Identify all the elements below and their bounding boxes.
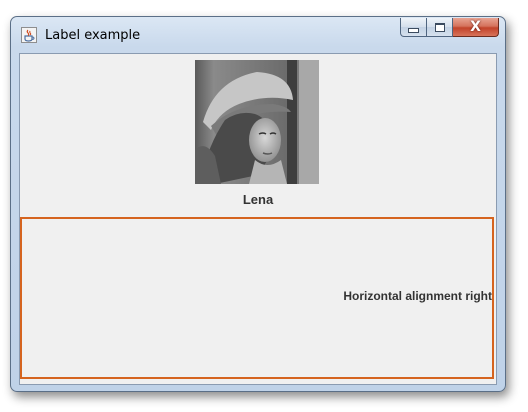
aligned-label-text: Horizontal alignment right [343, 289, 492, 303]
picture-label: Lena [20, 54, 496, 216]
minimize-button[interactable] [400, 18, 427, 37]
lena-caption: Lena [242, 192, 274, 207]
maximize-button[interactable] [427, 18, 453, 37]
application-window: Label example X Lena Horizontal alignmen… [10, 16, 506, 392]
maximize-icon [434, 22, 445, 32]
title-bar[interactable]: Label example X [11, 17, 505, 53]
caption-buttons: X [400, 18, 499, 38]
lena-photo [195, 60, 319, 184]
java-cup-icon [21, 27, 37, 43]
aligned-label: Horizontal alignment right [20, 217, 494, 379]
window-title: Label example [45, 28, 141, 43]
minimize-icon [408, 27, 419, 33]
close-icon: X [470, 19, 481, 35]
content-pane: Lena Horizontal alignment right [19, 53, 497, 385]
close-button[interactable]: X [453, 18, 499, 37]
